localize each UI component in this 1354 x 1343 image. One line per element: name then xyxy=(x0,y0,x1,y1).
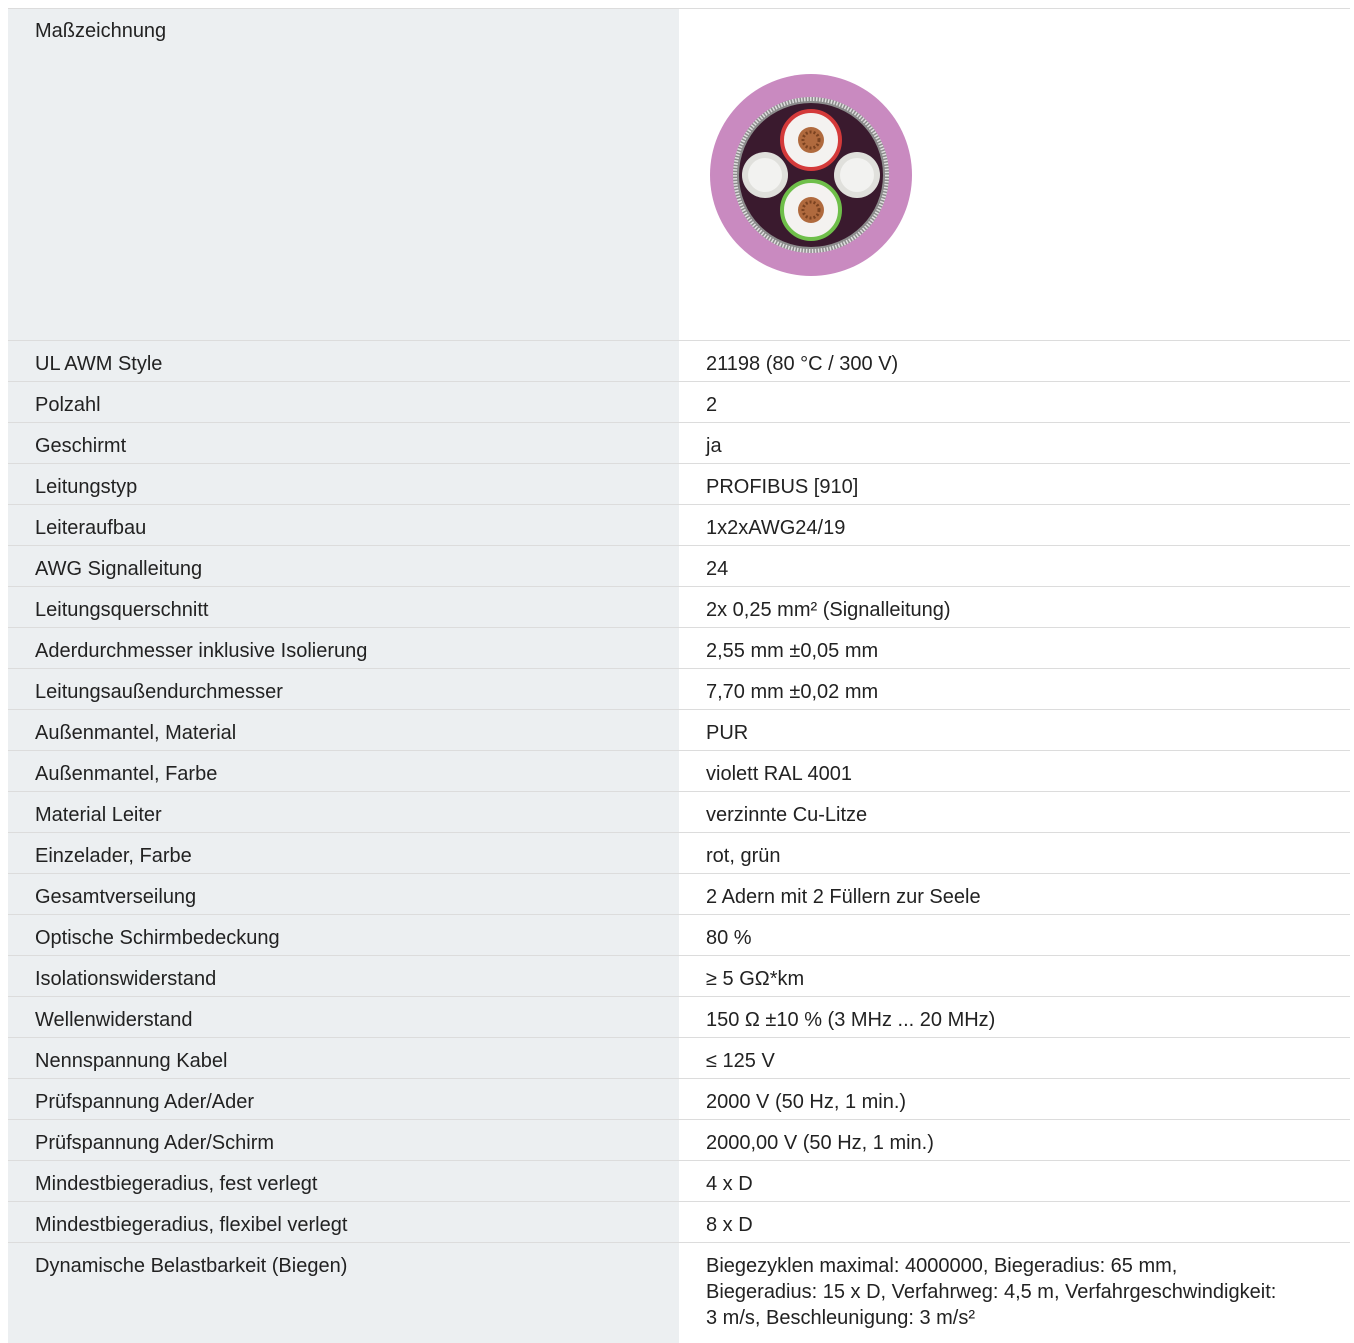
spec-label: Geschirmt xyxy=(8,423,679,463)
spec-value: 80 % xyxy=(679,915,1350,955)
spec-label: Nennspannung Kabel xyxy=(8,1038,679,1078)
spec-value: ja xyxy=(679,423,1350,463)
spec-label: Einzelader, Farbe xyxy=(8,833,679,873)
spec-label: Isolationswiderstand xyxy=(8,956,679,996)
spec-label: Leitungsquerschnitt xyxy=(8,587,679,627)
spec-value: verzinnte Cu-Litze xyxy=(679,792,1350,832)
spec-value: 4 x D xyxy=(679,1161,1350,1201)
spec-label: Prüfspannung Ader/Schirm xyxy=(8,1120,679,1160)
spec-label: Leitungstyp xyxy=(8,464,679,504)
spec-row: Nennspannung Kabel ≤ 125 V xyxy=(8,1038,1350,1079)
spec-row: Wellenwiderstand 150 Ω ±10 % (3 MHz ... 2… xyxy=(8,997,1350,1038)
spec-row-drawing: Maßzeichnung xyxy=(8,9,1350,341)
spec-row: Leitungsaußendurchmesser 7,70 mm ±0,02 mm xyxy=(8,669,1350,710)
spec-label: Gesamtverseilung xyxy=(8,874,679,914)
spec-value: PUR xyxy=(679,710,1350,750)
spec-row: Prüfspannung Ader/Ader 2000 V (50 Hz, 1 m… xyxy=(8,1079,1350,1120)
spec-row-dynamic: Dynamische Belastbarkeit (Biegen) Biegez… xyxy=(8,1243,1350,1343)
spec-row: Optische Schirmbedeckung 80 % xyxy=(8,915,1350,956)
spec-value: 2,55 mm ±0,05 mm xyxy=(679,628,1350,668)
spec-value: 2000 V (50 Hz, 1 min.) xyxy=(679,1079,1350,1119)
spec-value: Biegezyklen maximal: 4000000, Biegeradiu… xyxy=(679,1243,1350,1343)
spec-label: Dynamische Belastbarkeit (Biegen) xyxy=(8,1243,679,1343)
spec-row: Einzelader, Farbe rot, grün xyxy=(8,833,1350,874)
spec-label: Wellenwiderstand xyxy=(8,997,679,1037)
spec-row: Leitungstyp PROFIBUS [910] xyxy=(8,464,1350,505)
spec-row: Geschirmt ja xyxy=(8,423,1350,464)
spec-label: Polzahl xyxy=(8,382,679,422)
spec-label: AWG Signalleitung xyxy=(8,546,679,586)
spec-value: ≤ 125 V xyxy=(679,1038,1350,1078)
spec-value: 2x 0,25 mm² (Signalleitung) xyxy=(679,587,1350,627)
spec-label: Leitungsaußendurchmesser xyxy=(8,669,679,709)
spec-row: Aderdurchmesser inklusive Isolierung 2,55… xyxy=(8,628,1350,669)
spec-row: Außenmantel, Material PUR xyxy=(8,710,1350,751)
spec-row: Leiteraufbau 1x2xAWG24/19 xyxy=(8,505,1350,546)
spec-table: Maßzeichnung UL AWM Style 21198 (80 °C / … xyxy=(8,8,1350,1343)
spec-label: Optische Schirmbedeckung xyxy=(8,915,679,955)
spec-row: UL AWM Style 21198 (80 °C / 300 V) xyxy=(8,341,1350,382)
spec-value: 24 xyxy=(679,546,1350,586)
spec-label: UL AWM Style xyxy=(8,341,679,381)
spec-row: Mindestbiegeradius, flexibel verlegt 8 x … xyxy=(8,1202,1350,1243)
spec-row: Prüfspannung Ader/Schirm 2000,00 V (50 Hz… xyxy=(8,1120,1350,1161)
spec-row: Gesamtverseilung 2 Adern mit 2 Füllern zu… xyxy=(8,874,1350,915)
spec-label: Material Leiter xyxy=(8,792,679,832)
spec-value-line: Biegezyklen maximal: 4000000, Biegeradiu… xyxy=(706,1255,1178,1277)
spec-value: 2000,00 V (50 Hz, 1 min.) xyxy=(679,1120,1350,1160)
spec-value: PROFIBUS [910] xyxy=(679,464,1350,504)
spec-label: Außenmantel, Material xyxy=(8,710,679,750)
spec-label: Prüfspannung Ader/Ader xyxy=(8,1079,679,1119)
spec-value: ≥ 5 GΩ*km xyxy=(679,956,1350,996)
spec-row: Isolationswiderstand ≥ 5 GΩ*km xyxy=(8,956,1350,997)
spec-value: 7,70 mm ±0,02 mm xyxy=(679,669,1350,709)
spec-value-line: Biegeradius: 15 x D, Verfahrweg: 4,5 m, … xyxy=(706,1281,1277,1303)
spec-label: Aderdurchmesser inklusive Isolierung xyxy=(8,628,679,668)
spec-label: Mindestbiegeradius, flexibel verlegt xyxy=(8,1202,679,1242)
spec-row: Polzahl 2 xyxy=(8,382,1350,423)
spec-value: 21198 (80 °C / 300 V) xyxy=(679,341,1350,381)
spec-value: 1x2xAWG24/19 xyxy=(679,505,1350,545)
spec-row: Material Leiter verzinnte Cu-Litze xyxy=(8,792,1350,833)
cable-cross-section-image xyxy=(710,74,912,276)
filler-left-inner xyxy=(748,158,782,192)
spec-value-line: 3 m/s, Beschleunigung: 3 m/s² xyxy=(706,1307,976,1329)
spec-label: Leiteraufbau xyxy=(8,505,679,545)
filler-right-inner xyxy=(840,158,874,192)
spec-label: Außenmantel, Farbe xyxy=(8,751,679,791)
spec-row: Außenmantel, Farbe violett RAL 4001 xyxy=(8,751,1350,792)
spec-label: Mindestbiegeradius, fest verlegt xyxy=(8,1161,679,1201)
spec-value: 150 Ω ±10 % (3 MHz ... 20 MHz) xyxy=(679,997,1350,1037)
spec-row: AWG Signalleitung 24 xyxy=(8,546,1350,587)
spec-value: violett RAL 4001 xyxy=(679,751,1350,791)
spec-row: Leitungsquerschnitt 2x 0,25 mm² (Signalle… xyxy=(8,587,1350,628)
spec-label: Maßzeichnung xyxy=(8,9,679,340)
spec-row: Mindestbiegeradius, fest verlegt 4 x D xyxy=(8,1161,1350,1202)
spec-value: 8 x D xyxy=(679,1202,1350,1242)
spec-value: 2 Adern mit 2 Füllern zur Seele xyxy=(679,874,1350,914)
spec-value: 2 xyxy=(679,382,1350,422)
spec-value: rot, grün xyxy=(679,833,1350,873)
